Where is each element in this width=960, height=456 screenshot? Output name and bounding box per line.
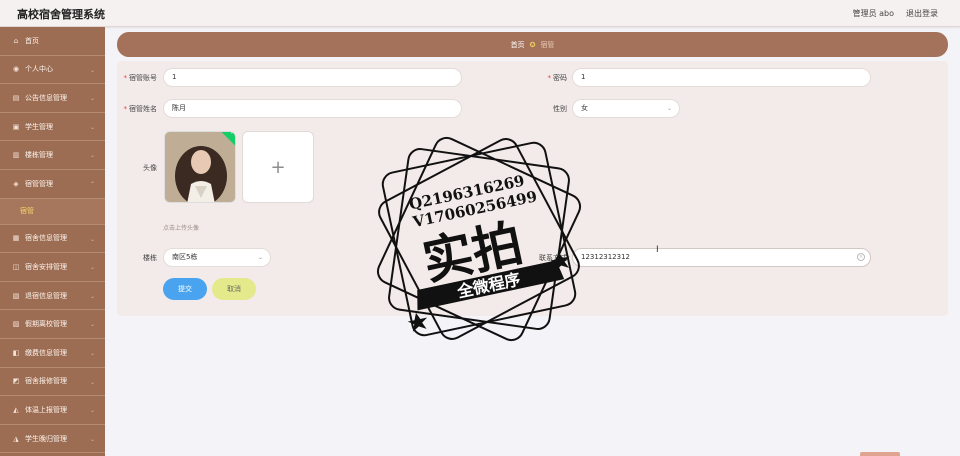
top-bar: 高校宿舍管理系统 管理员 abo 退出登录	[0, 0, 960, 27]
temperature-icon: ◭	[13, 405, 19, 414]
breadcrumb-current: 宿管	[540, 40, 555, 49]
avatar-label: 头像	[143, 164, 157, 172]
dorm-icon: ▦	[12, 234, 20, 243]
repair-icon: ◩	[12, 377, 20, 386]
submit-button[interactable]: 提交	[163, 278, 207, 300]
sidebar-item-payment[interactable]: ◧ 缴费信息管理 ⌄	[0, 339, 105, 368]
clear-icon[interactable]: ×	[857, 253, 865, 261]
sidebar-item-profile[interactable]: ◉ 个人中心 ⌄	[0, 56, 105, 85]
password-label: * 密码	[547, 74, 568, 82]
sidebar-subitem-manager[interactable]: 宿管	[0, 198, 105, 225]
chevron-down-icon: ⌄	[89, 292, 95, 300]
sidebar-item-manager[interactable]: ◈ 宿管管理 ⌃	[0, 170, 105, 199]
breadcrumb: 首页 ✪ 宿管	[117, 32, 948, 57]
sidebar: ⌂ 首页 ◉ 个人中心 ⌄ ▤ 公告信息管理 ⌄ ▣ 学生管理 ⌄ ▥ 楼栋管理 ⌄ ◈ 宿管管理 ⌃…	[0, 27, 105, 456]
sidebar-item-label: 宿管管理	[25, 179, 53, 188]
sidebar-item-building[interactable]: ▥ 楼栋管理 ⌄	[0, 141, 105, 170]
sidebar-item-repair[interactable]: ◩ 宿舍报修管理 ⌄	[0, 368, 105, 397]
sidebar-item-label: 学生管理	[25, 122, 53, 131]
phone-input[interactable]: 12312312312 ×	[572, 248, 871, 267]
logout-link[interactable]: 退出登录	[906, 8, 938, 19]
sidebar-item-notice[interactable]: ▤ 公告信息管理 ⌄	[0, 84, 105, 113]
app-title: 高校宿舍管理系统	[17, 8, 105, 21]
notice-icon: ▤	[12, 93, 20, 102]
chevron-down-icon: ⌄	[89, 435, 95, 443]
plus-icon: +	[270, 156, 286, 178]
sidebar-item-label: 假期离校管理	[25, 320, 67, 329]
corner-decoration	[860, 452, 900, 456]
sidebar-item-temperature[interactable]: ◭ 体温上报管理 ⌄	[0, 396, 105, 425]
sidebar-item-label: 学生晚归管理	[25, 434, 67, 443]
payment-icon: ◧	[12, 348, 20, 357]
sidebar-item-label: 缴费信息管理	[25, 348, 67, 357]
sidebar-item-home[interactable]: ⌂ 首页	[0, 27, 105, 56]
text-cursor-icon: I	[656, 245, 659, 255]
chevron-down-icon: ⌄	[89, 95, 95, 103]
watermark-stamp: Q2196316269 V17060256499 实拍 全微程序	[368, 128, 590, 350]
sidebar-item-label: 体温上报管理	[25, 405, 67, 414]
sidebar-item-label: 退宿信息管理	[25, 291, 67, 300]
sidebar-item-label: 个人中心	[25, 65, 53, 74]
chevron-down-icon: ⌄	[257, 254, 263, 261]
chevron-down-icon: ⌄	[89, 264, 95, 272]
account-label: * 宿管账号	[123, 74, 158, 82]
current-user: 管理员 abo	[852, 9, 894, 18]
user-icon: ◉	[12, 65, 20, 74]
chevron-down-icon: ⌄	[89, 407, 95, 415]
sidebar-item-dorm[interactable]: ▦ 宿舍信息管理 ⌄	[0, 225, 105, 254]
avatar-photo	[165, 132, 235, 202]
chevron-down-icon: ⌄	[89, 152, 95, 160]
building-value: 南区5栋	[172, 253, 198, 261]
avatar[interactable]: ✓	[164, 131, 236, 203]
checkout-icon: ▧	[12, 291, 20, 300]
sidebar-item-checkout[interactable]: ▧ 退宿信息管理 ⌄	[0, 282, 105, 311]
breadcrumb-home[interactable]: 首页	[511, 40, 525, 50]
gender-value: 女	[581, 104, 588, 112]
home-icon: ⌂	[13, 36, 19, 45]
late-return-icon: ◮	[13, 434, 19, 443]
building-label: 楼栋	[143, 254, 157, 262]
sidebar-item-leave[interactable]: ▨ 假期离校管理 ⌄	[0, 310, 105, 339]
leave-icon: ▨	[12, 320, 20, 329]
arrange-icon: ◫	[12, 262, 20, 271]
chevron-down-icon: ⌄	[666, 105, 672, 112]
sidebar-item-label: 宿舍安排管理	[25, 262, 67, 271]
sidebar-item-student[interactable]: ▣ 学生管理 ⌄	[0, 113, 105, 142]
gender-label: 性别	[553, 105, 567, 113]
upload-hint: 点击上传头像	[163, 225, 200, 232]
sidebar-item-label: 宿舍信息管理	[25, 234, 67, 243]
name-input[interactable]: 陈月	[163, 99, 462, 118]
avatar-upload-button[interactable]: +	[242, 131, 314, 203]
chevron-up-icon: ⌃	[89, 180, 95, 188]
sidebar-item-late-return[interactable]: ◮ 学生晚归管理 ⌄	[0, 425, 105, 454]
sidebar-item-label: 首页	[25, 36, 39, 45]
account-input[interactable]: 1	[163, 68, 462, 87]
chevron-down-icon: ⌄	[89, 123, 95, 131]
chevron-down-icon: ⌄	[89, 378, 95, 386]
building-icon: ▥	[12, 151, 20, 160]
chevron-down-icon: ⌄	[89, 235, 95, 243]
manager-icon: ◈	[13, 179, 19, 188]
chevron-down-icon: ⌄	[89, 349, 95, 357]
sidebar-item-label: 宿舍报修管理	[25, 377, 67, 386]
building-select[interactable]: 南区5栋 ⌄	[163, 248, 271, 267]
gender-select[interactable]: 女 ⌄	[572, 99, 680, 118]
chevron-down-icon: ⌄	[89, 66, 95, 74]
student-icon: ▣	[12, 122, 20, 131]
star-separator-icon: ✪	[529, 40, 536, 49]
password-input[interactable]: 1	[572, 68, 871, 87]
sidebar-item-label: 楼栋管理	[25, 151, 53, 160]
cancel-button[interactable]: 取消	[212, 278, 256, 300]
sidebar-item-label: 公告信息管理	[25, 93, 67, 102]
sidebar-item-arrange[interactable]: ◫ 宿舍安排管理 ⌄	[0, 253, 105, 282]
name-label: * 宿管姓名	[123, 105, 158, 113]
chevron-down-icon: ⌄	[89, 321, 95, 329]
